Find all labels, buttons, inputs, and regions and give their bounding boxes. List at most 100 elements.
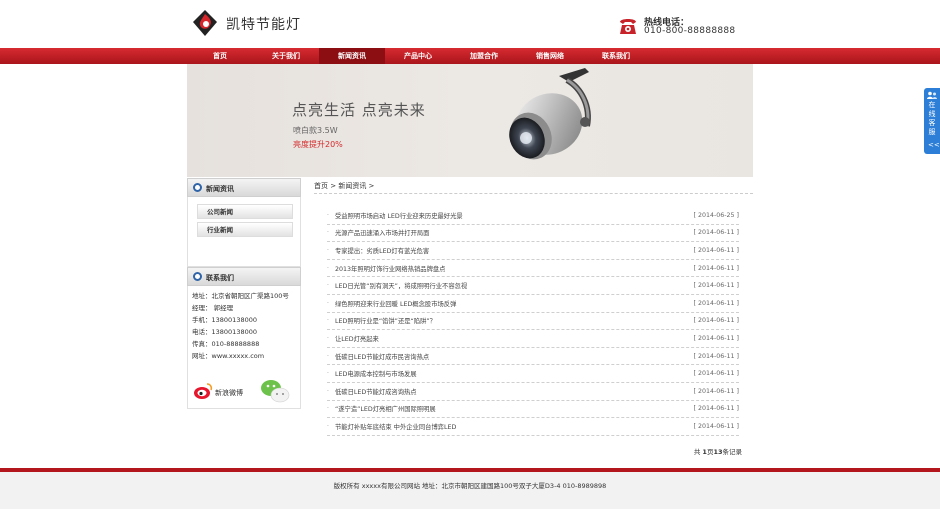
news-date: [ 2014-06-11 ]: [693, 352, 739, 360]
bullet-icon: ·: [327, 387, 329, 395]
contact-website: 网址：www.xxxxx.com: [192, 352, 265, 360]
hotline-number: 010-800-88888888: [644, 26, 736, 36]
news-row[interactable]: · 2013年照明灯饰行业网络热销品牌盘点 [ 2014-06-11 ]: [327, 260, 739, 278]
site-footer: 版权所有 xxxxx有限公司网站 地址：北京市朝阳区建国路100号双子大厦D3-…: [0, 472, 940, 509]
site-header: 凯特节能灯 热线电话： 010-800-88888888: [0, 0, 940, 48]
bullet-icon: ·: [327, 334, 329, 342]
news-date: [ 2014-06-11 ]: [693, 422, 739, 430]
news-row[interactable]: · 专家提出：劣质LED灯有蓝光危害 [ 2014-06-11 ]: [327, 242, 739, 260]
nav-item-about[interactable]: 关于我们: [253, 48, 319, 64]
news-date: [ 2014-06-11 ]: [693, 387, 739, 395]
breadcrumb-separator: >: [328, 182, 339, 190]
bullet-icon: ·: [327, 370, 329, 378]
contact-mobile: 手机：13800138000: [192, 316, 257, 324]
sidebar: 新闻资讯 公司新闻 行业新闻 联系我们 地址：北京省朝阳区广渠路100号 经理：…: [187, 178, 301, 409]
nav-item-franchise[interactable]: 加盟合作: [451, 48, 517, 64]
news-date: [ 2014-06-11 ]: [693, 405, 739, 413]
breadcrumb-current[interactable]: 新闻资讯: [338, 182, 366, 190]
banner-highlight: 亮度提升20%: [293, 140, 343, 149]
banner-title: 点亮生活 点亮未来: [292, 101, 426, 119]
bullet-icon: ·: [327, 211, 329, 219]
contact-box: 地址：北京省朝阳区广渠路100号 经理： 郭经理 手机：13800138000 …: [187, 286, 301, 409]
sidebar-item-industry-news[interactable]: 行业新闻: [197, 222, 293, 237]
contact-fax: 传真：010-88888888: [192, 340, 260, 348]
news-title[interactable]: 低碳日LED节能灯成咨询热点: [335, 387, 417, 396]
news-title[interactable]: 低碳日LED节能灯成市民咨询热点: [335, 352, 429, 361]
news-date: [ 2014-06-11 ]: [693, 334, 739, 342]
news-row[interactable]: · 绿色照明迎来行业回暖 LED概念股市场反弹 [ 2014-06-11 ]: [327, 295, 739, 313]
news-section-title: 新闻资讯: [206, 185, 234, 193]
breadcrumb-home[interactable]: 首页: [314, 182, 328, 190]
bullet-icon: ·: [327, 229, 329, 237]
pager-record-count: 13: [713, 448, 723, 456]
news-date: [ 2014-06-11 ]: [693, 370, 739, 378]
weibo-link[interactable]: 新浪微博: [193, 382, 253, 402]
news-title[interactable]: 受益照明市场启动 LED行业迎来历史最好光景: [335, 211, 463, 220]
online-service-label: 在线客服: [928, 101, 936, 136]
news-date: [ 2014-06-11 ]: [693, 317, 739, 325]
weibo-icon: [194, 383, 213, 399]
news-category-box: 公司新闻 行业新闻: [187, 197, 301, 267]
news-date: [ 2014-06-11 ]: [693, 229, 739, 237]
online-service-button[interactable]: 在线客服 <<: [924, 88, 940, 154]
news-row[interactable]: · LED日光管“别有洞天”，将成照明行业不容忽视 [ 2014-06-11 ]: [327, 277, 739, 295]
wechat-icon[interactable]: [260, 378, 290, 404]
phone-icon: [620, 19, 636, 34]
logo-icon[interactable]: [191, 9, 219, 37]
news-title[interactable]: 节能灯补贴年底结束 中外企业同台博弈LED: [335, 422, 456, 431]
news-row[interactable]: · 光源产品迅速涌入市场并打开局面 [ 2014-06-11 ]: [327, 225, 739, 243]
news-title[interactable]: “遂宁造”LED灯亮相广州国际照明展: [335, 404, 436, 413]
nav-item-products[interactable]: 产品中心: [385, 48, 451, 64]
weibo-label: 新浪微博: [215, 389, 243, 397]
spotlight-image: [509, 68, 591, 160]
bullet-icon: ·: [327, 264, 329, 272]
bullet-icon: ·: [327, 352, 329, 360]
main-nav: 首页 关于我们 新闻资讯 产品中心 加盟合作 销售网络 联系我们: [0, 48, 940, 64]
news-title[interactable]: 绿色照明迎来行业回暖 LED概念股市场反弹: [335, 299, 456, 308]
nav-item-home[interactable]: 首页: [187, 48, 253, 64]
news-title[interactable]: LED电源成本控制与市场发展: [335, 369, 417, 378]
footer-copyright: 版权所有 xxxxx有限公司网站 地址：北京市朝阳区建国路100号双子大厦D3-…: [333, 482, 607, 490]
news-title[interactable]: 专家提出：劣质LED灯有蓝光危害: [335, 246, 429, 255]
pagination-summary: 共 1页13条记录: [694, 446, 742, 456]
nav-item-sales-network[interactable]: 销售网络: [517, 48, 583, 64]
sidebar-item-company-news[interactable]: 公司新闻: [197, 204, 293, 219]
news-title[interactable]: LED照明行业是“馅饼”还是“陷阱”？: [335, 316, 436, 325]
news-row[interactable]: · 节能灯补贴年底结束 中外企业同台博弈LED [ 2014-06-11 ]: [327, 418, 739, 436]
breadcrumb: 首页 > 新闻资讯 >: [314, 178, 753, 194]
news-title[interactable]: 光源产品迅速涌入市场并打开局面: [335, 228, 429, 237]
news-row[interactable]: · 低碳日LED节能灯成咨询热点 [ 2014-06-11 ]: [327, 383, 739, 401]
circle-icon: [193, 183, 202, 192]
contact-address: 地址：北京省朝阳区广渠路100号: [192, 292, 289, 300]
pager-suffix: 条记录: [722, 448, 743, 456]
nav-item-contact[interactable]: 联系我们: [583, 48, 649, 64]
nav-item-news[interactable]: 新闻资讯: [319, 48, 385, 64]
contact-manager: 经理： 郭经理: [192, 304, 234, 312]
news-row[interactable]: · 低碳日LED节能灯成市民咨询热点 [ 2014-06-11 ]: [327, 348, 739, 366]
bullet-icon: ·: [327, 405, 329, 413]
news-title[interactable]: LED日光管“别有洞天”，将成照明行业不容忽视: [335, 281, 467, 290]
news-title[interactable]: 2013年照明灯饰行业网络热销品牌盘点: [335, 264, 445, 273]
news-title[interactable]: 让LED灯亮起来: [335, 334, 379, 343]
news-row[interactable]: · “遂宁造”LED灯亮相广州国际照明展 [ 2014-06-11 ]: [327, 401, 739, 419]
people-icon: [927, 91, 937, 99]
news-row[interactable]: · LED照明行业是“馅饼”还是“陷阱”？ [ 2014-06-11 ]: [327, 313, 739, 331]
contact-section-title: 联系我们: [206, 274, 234, 282]
bullet-icon: ·: [327, 282, 329, 290]
news-row[interactable]: · 让LED灯亮起来 [ 2014-06-11 ]: [327, 330, 739, 348]
news-date: [ 2014-06-11 ]: [693, 264, 739, 272]
main-content: 首页 > 新闻资讯 > · 受益照明市场启动 LED行业迎来历史最好光景 [ 201…: [314, 178, 753, 456]
logo-text[interactable]: 凯特节能灯: [226, 14, 301, 34]
bullet-icon: ·: [327, 422, 329, 430]
news-row[interactable]: · LED电源成本控制与市场发展 [ 2014-06-11 ]: [327, 365, 739, 383]
news-date: [ 2014-06-11 ]: [693, 282, 739, 290]
collapse-arrow-icon[interactable]: <<: [928, 141, 940, 149]
hero-banner: 点亮生活 点亮未来 喷白款3.5W 亮度提升20%: [187, 64, 753, 177]
contact-phone: 电话：13800138000: [192, 328, 257, 336]
breadcrumb-tail: >: [366, 182, 375, 190]
bullet-icon: ·: [327, 246, 329, 254]
circle-icon: [193, 272, 202, 281]
news-row[interactable]: · 受益照明市场启动 LED行业迎来历史最好光景 [ 2014-06-25 ]: [327, 207, 739, 225]
news-date: [ 2014-06-11 ]: [693, 246, 739, 254]
bullet-icon: ·: [327, 317, 329, 325]
